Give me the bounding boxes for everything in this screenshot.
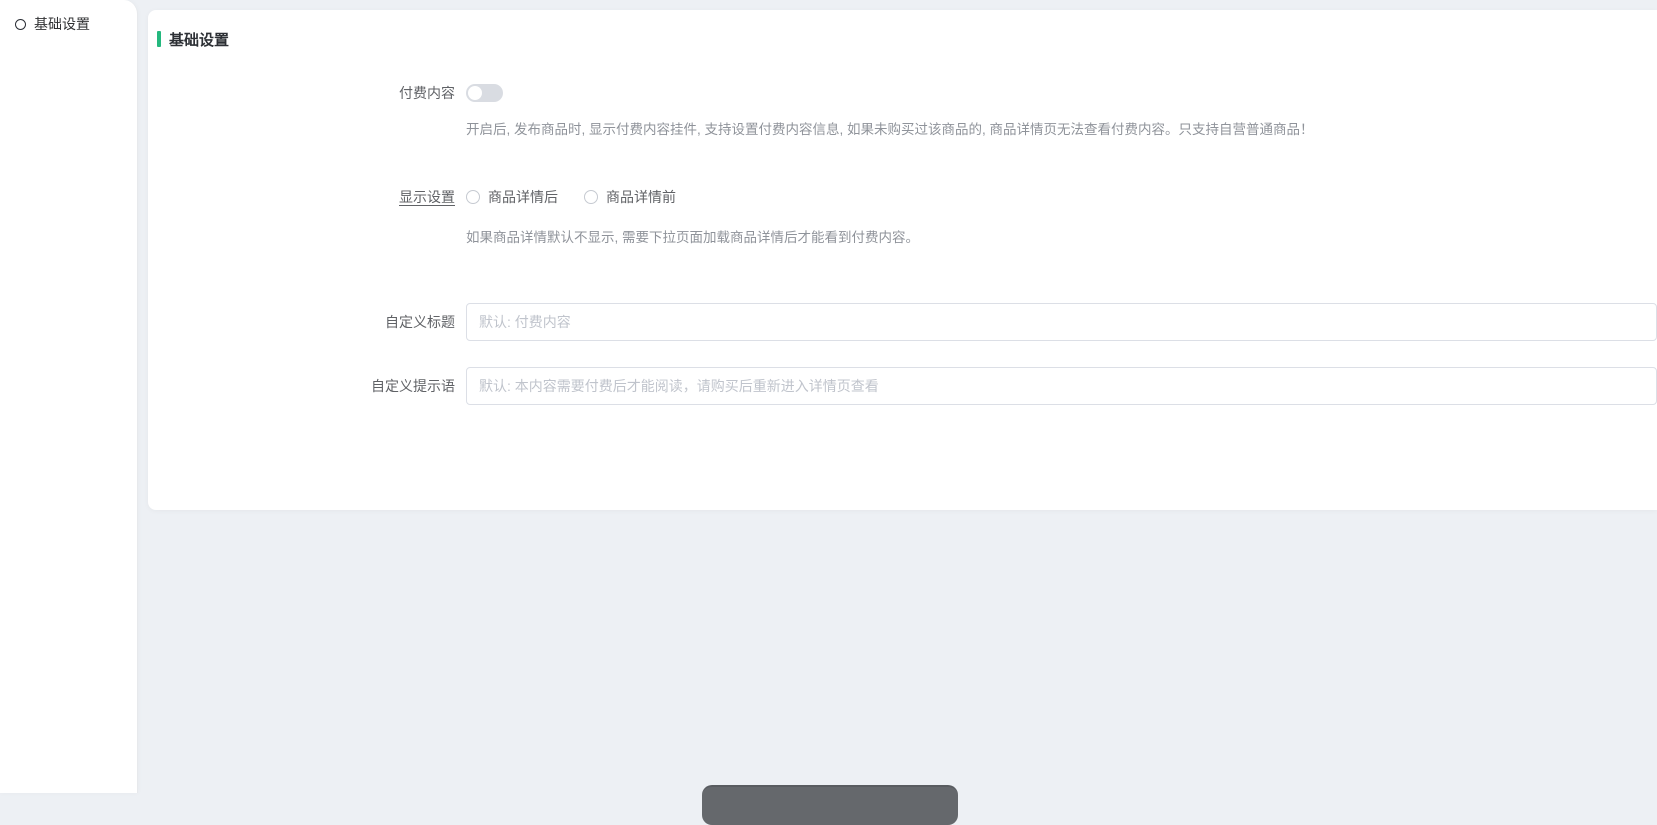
bottom-action-button[interactable] xyxy=(702,785,958,825)
toggle-knob xyxy=(468,86,482,100)
paid-content-help: 开启后, 发布商品时, 显示付费内容挂件, 支持设置付费内容信息, 如果未购买过… xyxy=(466,122,1617,137)
radio-label: 商品详情后 xyxy=(488,187,558,207)
radio-label: 商品详情前 xyxy=(606,187,676,207)
custom-prompt-input[interactable] xyxy=(466,367,1657,405)
display-setting-label: 显示设置 xyxy=(148,187,455,207)
custom-prompt-row: 自定义提示语 xyxy=(148,367,1657,405)
radio-icon[interactable] xyxy=(584,190,598,204)
settings-card: 基础设置 付费内容 开启后, 发布商品时, 显示付费内容挂件, 支持设置付费内容… xyxy=(148,10,1657,510)
paid-content-toggle[interactable] xyxy=(466,84,503,102)
sidebar: 基础设置 xyxy=(0,0,138,793)
page-title: 基础设置 xyxy=(169,29,229,50)
circle-icon xyxy=(15,19,26,30)
custom-title-row: 自定义标题 xyxy=(148,303,1657,341)
display-setting-help: 如果商品详情默认不显示, 需要下拉页面加载商品详情后才能看到付费内容。 xyxy=(466,230,1617,245)
custom-title-label: 自定义标题 xyxy=(148,312,455,332)
display-setting-row: 显示设置 商品详情后 商品详情前 xyxy=(148,189,1657,205)
custom-title-input[interactable] xyxy=(466,303,1657,341)
sidebar-item-basic-settings[interactable]: 基础设置 xyxy=(0,0,137,34)
accent-bar-icon xyxy=(157,31,161,47)
radio-option-before-detail[interactable]: 商品详情前 xyxy=(584,187,676,207)
card-header: 基础设置 xyxy=(157,30,1657,48)
radio-icon[interactable] xyxy=(466,190,480,204)
custom-prompt-label: 自定义提示语 xyxy=(148,376,455,396)
paid-content-label: 付费内容 xyxy=(148,83,455,103)
radio-option-after-detail[interactable]: 商品详情后 xyxy=(466,187,558,207)
sidebar-item-label: 基础设置 xyxy=(34,14,90,34)
paid-content-row: 付费内容 xyxy=(148,84,1657,102)
